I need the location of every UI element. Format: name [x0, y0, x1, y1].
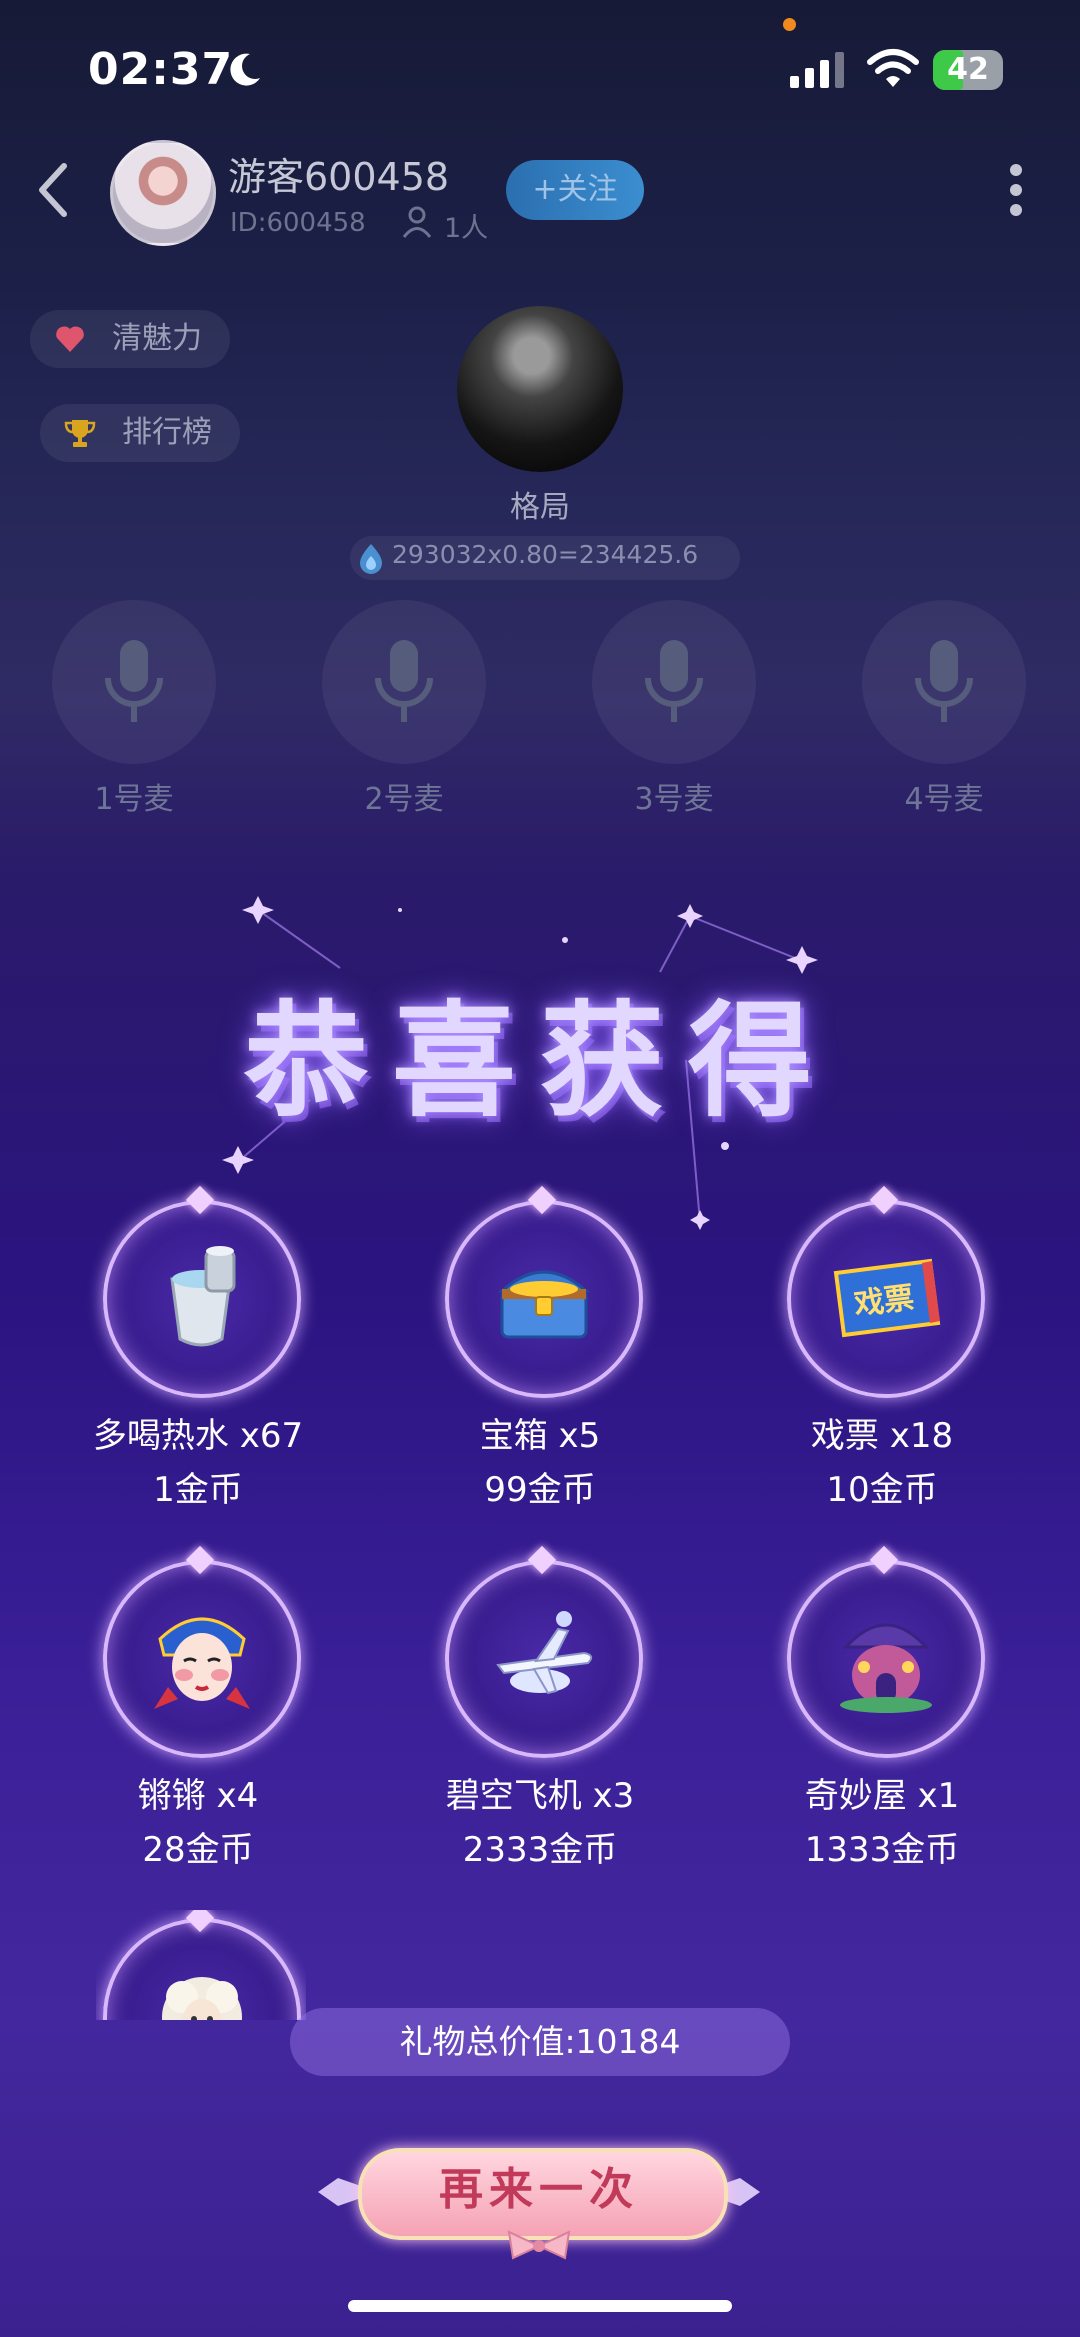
treasure-chest-icon — [498, 1270, 590, 1339]
battery-percent: 42 — [947, 52, 989, 87]
mic-seat-1[interactable] — [52, 600, 216, 764]
mic-seat-2[interactable] — [322, 600, 486, 764]
gift-item-3: 戏票 — [787, 1185, 985, 1398]
gift-value-4: 28金币 — [142, 1830, 254, 1870]
gem-decoration — [185, 1545, 215, 1575]
gift-list-clip — [96, 1910, 306, 2020]
gift-value-5: 2333金币 — [462, 1830, 618, 1870]
host-name: 游客600458 — [228, 155, 450, 199]
gift-item-2 — [445, 1185, 643, 1398]
back-icon[interactable] — [34, 160, 74, 220]
mic-label-2: 2号麦 — [364, 782, 444, 817]
center-host-avatar[interactable] — [457, 306, 623, 472]
sheep-icon — [162, 1977, 242, 2020]
microphone-icon — [915, 640, 973, 722]
score-formula: 293032x0.80=234425.6 — [392, 540, 699, 569]
gem-decoration — [527, 1545, 557, 1575]
moon-icon — [230, 53, 260, 86]
gift-name-2: 宝箱 x5 — [479, 1416, 601, 1456]
wifi-icon — [867, 49, 919, 87]
gift-name-3: 戏票 x18 — [810, 1416, 954, 1456]
total-value-pill: 礼物总价值:10184 — [290, 2008, 790, 2076]
mic-label-4: 4号麦 — [904, 782, 984, 817]
rank-label: 排行榜 — [122, 415, 212, 450]
opera-ticket-icon: 戏票 — [833, 1258, 941, 1338]
online-count: 1人 — [444, 213, 489, 244]
gem-decoration — [869, 1545, 899, 1575]
gift-name-4: 锵锵 x4 — [137, 1776, 259, 1816]
charm-chip[interactable]: 清魅力 — [30, 310, 230, 368]
mic-label-3: 3号麦 — [634, 782, 714, 817]
microphone-icon — [645, 640, 703, 722]
thermos-icon — [170, 1246, 236, 1347]
gift-value-6: 1333金币 — [804, 1830, 960, 1870]
gift-value-3: 10金币 — [826, 1470, 938, 1510]
result-title: 恭喜获得 — [243, 990, 836, 1134]
gift-name-1: 多喝热水 x67 — [92, 1416, 304, 1456]
trophy-icon — [64, 420, 96, 447]
more-options-icon[interactable] — [1005, 160, 1027, 220]
heart-icon — [56, 326, 84, 352]
mic-label-1: 1号麦 — [94, 782, 174, 817]
gift-item-7 — [103, 1910, 301, 2020]
follow-button[interactable]: +关注 — [506, 160, 644, 220]
airplane-icon — [496, 1611, 593, 1695]
gift-item-5 — [445, 1545, 643, 1758]
gift-item-6 — [787, 1545, 985, 1758]
host-id: ID:600458 — [230, 208, 366, 238]
flame-icon — [360, 544, 382, 574]
gift-item-4 — [103, 1545, 301, 1758]
mic-seat-3[interactable] — [592, 600, 756, 764]
host-avatar[interactable] — [110, 140, 216, 246]
microphone-icon — [105, 640, 163, 722]
magic-house-icon — [840, 1623, 932, 1713]
gift-item-1 — [103, 1185, 301, 1398]
charm-label: 清魅力 — [112, 321, 202, 356]
home-indicator[interactable] — [348, 2300, 732, 2312]
play-again-button[interactable]: 再来一次 — [318, 2130, 760, 2260]
rank-chip[interactable]: 排行榜 — [40, 404, 240, 462]
mic-seat-4[interactable] — [862, 600, 1026, 764]
bow-icon — [507, 2230, 571, 2260]
center-host-name: 格局 — [510, 490, 570, 525]
status-time: 02:37 — [88, 44, 234, 95]
microphone-icon — [375, 640, 433, 722]
gift-name-5: 碧空飞机 x3 — [445, 1776, 635, 1816]
gift-value-1: 1金币 — [153, 1470, 243, 1510]
gift-name-6: 奇妙屋 x1 — [804, 1776, 960, 1816]
person-icon — [402, 206, 432, 238]
cellular-signal-icon — [790, 52, 844, 88]
play-again-label: 再来一次 — [439, 2164, 639, 2215]
gem-decoration — [185, 1910, 215, 1933]
gift-value-2: 99金币 — [484, 1470, 596, 1510]
opera-mask-icon — [154, 1617, 250, 1709]
privacy-indicator — [783, 18, 796, 31]
